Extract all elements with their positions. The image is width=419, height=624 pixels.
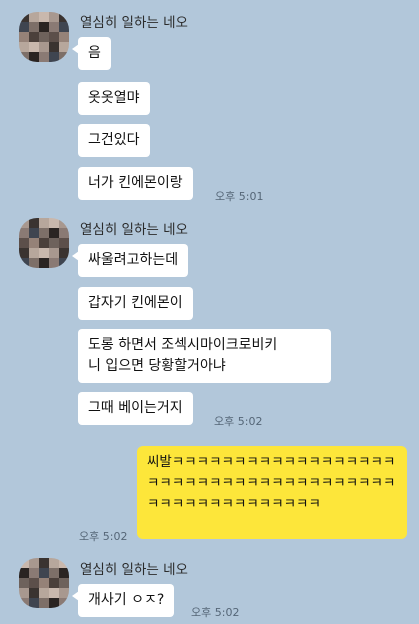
avatar-pixel	[39, 228, 49, 238]
chat-bubble[interactable]: 싸울려고하는데	[71, 244, 189, 277]
message-timestamp: 오후 5:01	[215, 190, 264, 203]
avatar-pixel	[29, 238, 39, 248]
avatar-pixel	[39, 558, 49, 568]
avatar-pixel	[39, 588, 49, 598]
avatar-pixel	[29, 588, 39, 598]
pixelated-avatar-icon[interactable]	[19, 218, 69, 268]
avatar-pixel	[39, 52, 49, 62]
avatar-pixel	[59, 238, 69, 248]
sender-name: 열심히 일하는 네오	[80, 222, 188, 238]
avatar-pixel	[59, 598, 69, 608]
avatar-pixel	[59, 248, 69, 258]
avatar-pixel	[59, 588, 69, 598]
avatar-pixel	[59, 258, 69, 268]
avatar-pixel	[49, 22, 59, 32]
pixelated-avatar-icon[interactable]	[19, 558, 69, 608]
avatar-pixel	[59, 578, 69, 588]
avatar-pixel	[39, 238, 49, 248]
avatar-pixel	[29, 52, 39, 62]
avatar-pixel	[49, 12, 59, 22]
avatar-pixel	[39, 42, 49, 52]
avatar-pixel	[29, 22, 39, 32]
avatar-pixel	[49, 588, 59, 598]
chat-bubble[interactable]: 그건있다	[78, 124, 150, 157]
avatar-pixel	[19, 12, 29, 22]
message-timestamp: 오후 5:02	[191, 606, 240, 619]
avatar-pixel	[19, 558, 29, 568]
avatar-pixel	[39, 598, 49, 608]
avatar-pixel	[29, 558, 39, 568]
sender-name: 열심히 일하는 네오	[80, 15, 188, 31]
avatar-pixel	[49, 578, 59, 588]
avatar-pixel	[49, 32, 59, 42]
avatar-pixel	[59, 52, 69, 62]
avatar-pixel	[49, 598, 59, 608]
avatar-pixel	[19, 598, 29, 608]
avatar-pixel	[29, 42, 39, 52]
avatar-pixel	[49, 568, 59, 578]
avatar-pixel	[29, 568, 39, 578]
avatar-pixel	[49, 52, 59, 62]
avatar-pixel	[59, 42, 69, 52]
avatar-pixel	[39, 22, 49, 32]
avatar-pixel	[29, 218, 39, 228]
avatar-pixel	[39, 578, 49, 588]
avatar-pixel	[29, 32, 39, 42]
avatar-pixel	[49, 218, 59, 228]
avatar-pixel	[39, 32, 49, 42]
message-timestamp: 오후 5:02	[214, 415, 263, 428]
chat-bubble[interactable]: 옷옷열먀	[78, 82, 150, 115]
avatar-pixel	[49, 238, 59, 248]
avatar-pixel	[59, 558, 69, 568]
chat-bubble[interactable]: 개사기 ㅇㅈ?	[71, 584, 175, 617]
avatar-pixel	[39, 258, 49, 268]
avatar-pixel	[19, 42, 29, 52]
chat-bubble[interactable]: 갑자기 킨에몬이	[78, 287, 193, 320]
avatar-pixel	[39, 568, 49, 578]
avatar-pixel	[29, 228, 39, 238]
avatar-pixel	[19, 52, 29, 62]
avatar-pixel	[59, 12, 69, 22]
chat-bubble[interactable]: 도롱 하면서 조섹시마이크로비키 니 입으면 당황할거아냐	[78, 329, 331, 383]
avatar-pixel	[49, 258, 59, 268]
avatar-pixel	[19, 228, 29, 238]
message-timestamp: 오후 5:02	[79, 530, 128, 543]
chat-bubble[interactable]: 음	[72, 37, 111, 70]
avatar-pixel	[19, 238, 29, 248]
sender-name: 열심히 일하는 네오	[80, 562, 188, 578]
avatar-pixel	[19, 22, 29, 32]
avatar-pixel	[19, 568, 29, 578]
avatar-pixel	[19, 588, 29, 598]
chat-bubble[interactable]: 그때 베이는거지	[78, 392, 193, 425]
avatar-pixel	[59, 218, 69, 228]
avatar-pixel	[59, 22, 69, 32]
chat-bubble[interactable]: 너가 킨에몬이랑	[78, 167, 193, 200]
avatar-pixel	[29, 12, 39, 22]
avatar-pixel	[29, 258, 39, 268]
avatar-pixel	[19, 258, 29, 268]
avatar-pixel	[29, 598, 39, 608]
avatar-pixel	[19, 32, 29, 42]
avatar-pixel	[39, 248, 49, 258]
avatar-pixel	[49, 558, 59, 568]
avatar-pixel	[49, 228, 59, 238]
avatar-pixel	[49, 42, 59, 52]
avatar-pixel	[39, 12, 49, 22]
pixelated-avatar-icon[interactable]	[19, 12, 69, 62]
avatar-pixel	[59, 32, 69, 42]
avatar-pixel	[19, 218, 29, 228]
avatar-pixel	[29, 578, 39, 588]
avatar-pixel	[59, 568, 69, 578]
avatar-pixel	[29, 248, 39, 258]
avatar-pixel	[59, 228, 69, 238]
avatar-pixel	[19, 578, 29, 588]
avatar-pixel	[39, 218, 49, 228]
avatar-pixel	[49, 248, 59, 258]
my-chat-bubble[interactable]: 씨발ㅋㅋㅋㅋㅋㅋㅋㅋㅋㅋㅋㅋㅋㅋㅋㅋㅋㅋㅋㅋㅋㅋㅋㅋㅋㅋㅋㅋㅋㅋㅋㅋㅋㅋㅋㅋㅋㅋ…	[137, 446, 407, 539]
avatar-pixel	[19, 248, 29, 258]
